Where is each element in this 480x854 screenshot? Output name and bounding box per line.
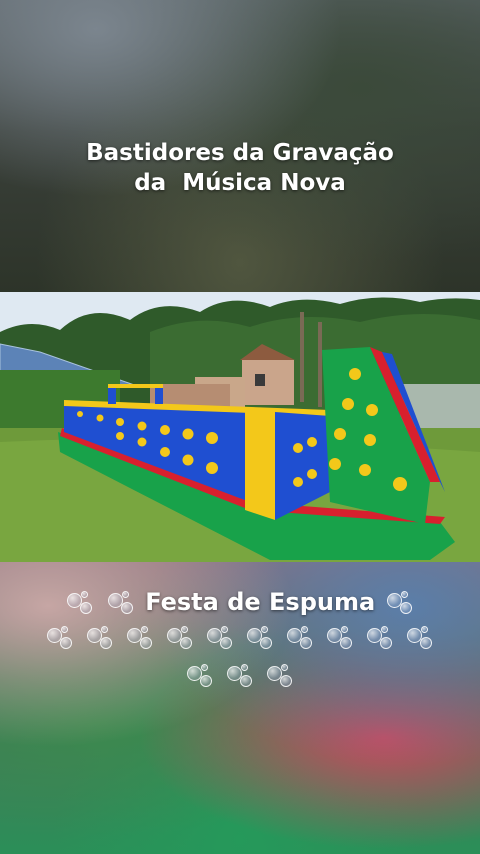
bubbles-icon xyxy=(227,663,253,688)
bubbles-icon xyxy=(367,625,393,650)
caption-text: Festa de Espuma xyxy=(145,588,376,616)
bubbles-icon xyxy=(186,663,213,688)
bubbles-icon xyxy=(407,625,433,650)
bubbles-icon xyxy=(86,625,113,650)
bubbles-icon xyxy=(327,625,353,650)
bubbles-row-3 xyxy=(0,662,480,688)
bounce-house-photo xyxy=(0,292,480,562)
bubbles-icon xyxy=(166,625,193,650)
caption-line: Festa de Espuma xyxy=(0,586,480,618)
bubbles-icon xyxy=(247,625,273,650)
bubbles-row-2 xyxy=(0,624,480,650)
bubbles-icon xyxy=(67,591,93,615)
bubbles-icon xyxy=(126,625,153,650)
bubbles-icon xyxy=(206,625,233,650)
bubbles-icon xyxy=(46,625,73,650)
bounce-house-illustration xyxy=(0,292,480,562)
bubbles-icon xyxy=(267,663,293,688)
bubbles-icon xyxy=(287,625,313,650)
title-line-2: da Música Nova xyxy=(134,170,346,196)
video-title: Bastidores da Gravação da Música Nova xyxy=(0,138,480,198)
bubbles-icon xyxy=(107,591,134,615)
title-line-1: Bastidores da Gravação xyxy=(86,140,394,166)
bubbles-icon xyxy=(386,591,413,615)
